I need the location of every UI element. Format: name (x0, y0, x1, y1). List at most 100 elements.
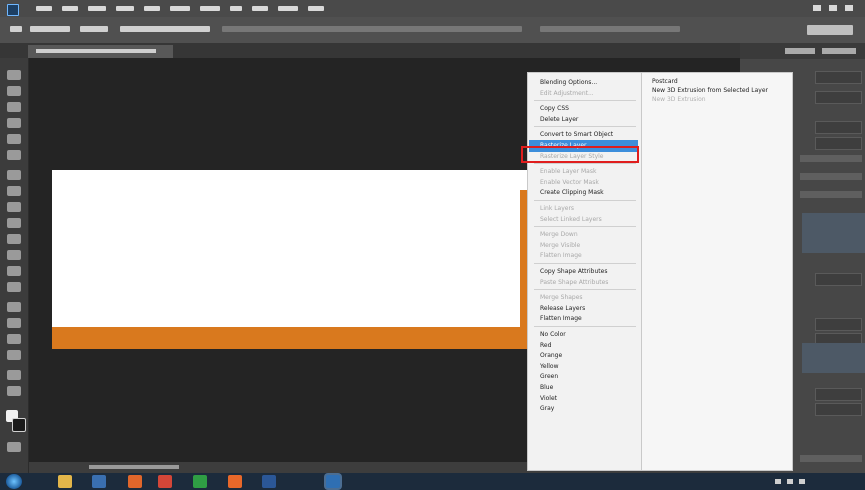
context-item-delete-layer[interactable]: Delete Layer (540, 114, 578, 126)
menu-separator (534, 163, 636, 165)
healing-tool-icon[interactable] (7, 170, 21, 180)
maximize-icon[interactable] (829, 5, 837, 11)
dodge-tool-icon[interactable] (7, 282, 21, 292)
photoshop-logo-icon (7, 4, 19, 16)
3d-submenu: Postcard New 3D Extrusion from Selected L… (641, 72, 793, 471)
taskbar (0, 473, 865, 490)
annotation-highlight-box (521, 146, 639, 163)
blur-tool-icon[interactable] (7, 266, 21, 276)
menu-item-window[interactable] (278, 6, 298, 11)
menu-item-type[interactable] (144, 6, 160, 11)
option-mode[interactable] (30, 26, 70, 32)
start-button[interactable] (6, 474, 22, 489)
panel-tabs (740, 43, 865, 59)
menu-item-layer[interactable] (116, 6, 134, 11)
minimize-icon[interactable] (813, 5, 821, 11)
document-canvas[interactable] (52, 170, 537, 327)
files-icon[interactable] (228, 475, 242, 488)
firefox-icon[interactable] (128, 475, 142, 488)
panel-swatches[interactable] (800, 155, 862, 162)
panel-swatches[interactable] (800, 173, 862, 180)
marquee-tool-icon[interactable] (7, 86, 21, 96)
menu-separator (534, 200, 636, 201)
orange-shape-layer[interactable] (52, 327, 527, 349)
panel-field[interactable] (815, 121, 862, 134)
crop-tool-icon[interactable] (7, 134, 21, 144)
system-tray (775, 479, 805, 484)
option-extra[interactable] (540, 26, 680, 32)
menu-item-image[interactable] (88, 6, 106, 11)
context-item-create-clipping-mask[interactable]: Create Clipping Mask (540, 187, 604, 199)
close-icon[interactable] (845, 5, 853, 11)
move-tool-icon[interactable] (7, 70, 21, 80)
workspace-switcher[interactable] (807, 25, 853, 35)
context-item-edit-adjustment: Edit Adjustment... (540, 89, 594, 97)
photoshop-icon[interactable] (326, 475, 340, 488)
history-brush-tool-icon[interactable] (7, 218, 21, 228)
eraser-tool-icon[interactable] (7, 234, 21, 244)
gmail-icon[interactable] (158, 475, 172, 488)
menu-item-file[interactable] (36, 6, 52, 11)
panel-field[interactable] (815, 71, 862, 84)
menu-separator (534, 326, 636, 327)
option-width[interactable] (80, 26, 108, 32)
context-item-flatten-image: Flatten Image (540, 252, 582, 260)
options-bar (0, 17, 865, 44)
hand-tool-icon[interactable] (7, 370, 21, 380)
menu-separator (534, 126, 636, 128)
menu-item-select[interactable] (170, 6, 190, 11)
explorer-icon[interactable] (58, 475, 72, 488)
context-item-gray[interactable]: Gray (540, 403, 554, 415)
panel-field[interactable] (815, 273, 862, 286)
menu-item-3d[interactable] (230, 6, 242, 11)
background-color-swatch[interactable] (12, 418, 26, 432)
menu-item-filter[interactable] (200, 6, 220, 11)
eyedropper-tool-icon[interactable] (7, 150, 21, 160)
layer-row[interactable] (815, 388, 862, 401)
panel-field[interactable] (815, 91, 862, 104)
main-menu (36, 6, 324, 11)
network-icon[interactable] (787, 479, 793, 484)
layer-panel-buttons[interactable] (800, 455, 862, 462)
layer-row[interactable] (815, 403, 862, 416)
tray-icon[interactable] (775, 479, 781, 484)
chrome-icon[interactable] (193, 475, 207, 488)
menu-bar (0, 0, 865, 17)
context-item-paste-shape-attributes: Paste Shape Attributes (540, 278, 609, 286)
quick-mask-icon[interactable] (7, 442, 21, 452)
option-path[interactable] (120, 26, 210, 32)
menu-separator (534, 289, 636, 291)
selected-layer-row[interactable] (802, 343, 865, 373)
shape-tool-icon[interactable] (7, 350, 21, 360)
menu-separator (534, 100, 636, 102)
quick-select-tool-icon[interactable] (7, 118, 21, 128)
panel-swatches[interactable] (800, 191, 862, 198)
media-icon[interactable] (92, 475, 106, 488)
menu-separator (534, 226, 636, 228)
menu-item-view[interactable] (252, 6, 268, 11)
volume-icon[interactable] (799, 479, 805, 484)
context-item-flatten-image[interactable]: Flatten Image (540, 313, 582, 325)
zoom-tool-icon[interactable] (7, 386, 21, 396)
option-align[interactable] (222, 26, 522, 32)
tools-panel (0, 58, 29, 473)
menu-item-help[interactable] (308, 6, 324, 11)
pen-tool-icon[interactable] (7, 302, 21, 312)
panel-field[interactable] (815, 137, 862, 150)
word-icon[interactable] (262, 475, 276, 488)
document-tab[interactable] (28, 45, 173, 58)
gradient-tool-icon[interactable] (7, 250, 21, 260)
type-tool-icon[interactable] (7, 318, 21, 328)
window-controls (813, 5, 853, 11)
layer-row[interactable] (815, 318, 862, 331)
tool-preset-icon[interactable] (10, 26, 22, 32)
brush-tool-icon[interactable] (7, 186, 21, 196)
menu-item-edit[interactable] (62, 6, 78, 11)
submenu-item-2: New 3D Extrusion (652, 96, 706, 103)
path-select-tool-icon[interactable] (7, 334, 21, 344)
menu-separator (534, 263, 636, 264)
layer-context-menu: Blending Options... Edit Adjustment... Cop… (527, 72, 642, 471)
lasso-tool-icon[interactable] (7, 102, 21, 112)
document-tabs (0, 43, 740, 58)
stamp-tool-icon[interactable] (7, 202, 21, 212)
